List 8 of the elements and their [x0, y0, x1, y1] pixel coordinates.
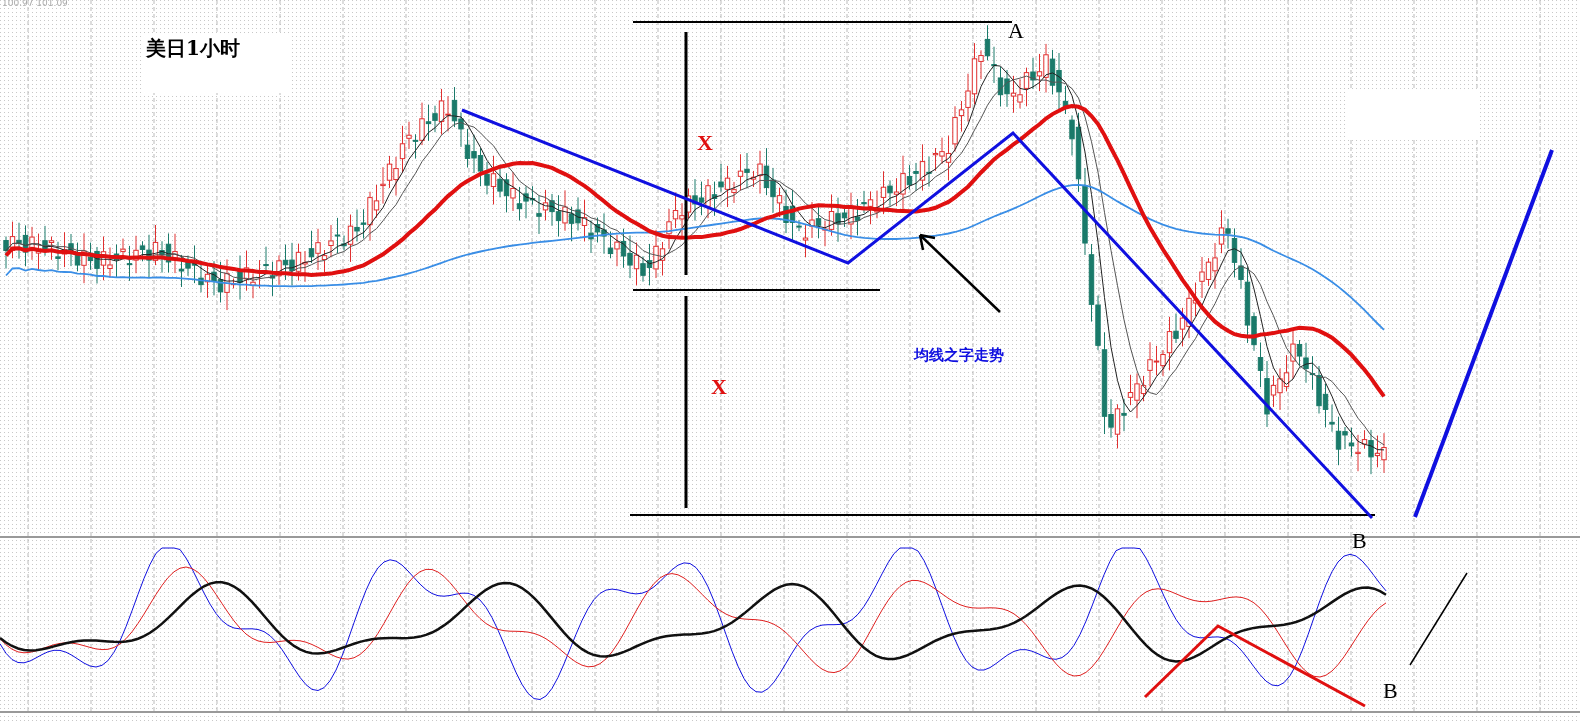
price-readout: 100.97 101.09: [2, 0, 68, 8]
point-label: B: [1383, 678, 1398, 704]
measure-label: X: [697, 130, 713, 156]
chart-title: 美日1小时: [143, 33, 290, 93]
measure-label: X: [711, 374, 727, 400]
point-label: B: [1352, 528, 1367, 554]
annotation-text: 均线之字走势: [914, 346, 1004, 365]
point-label: A: [1008, 18, 1024, 44]
